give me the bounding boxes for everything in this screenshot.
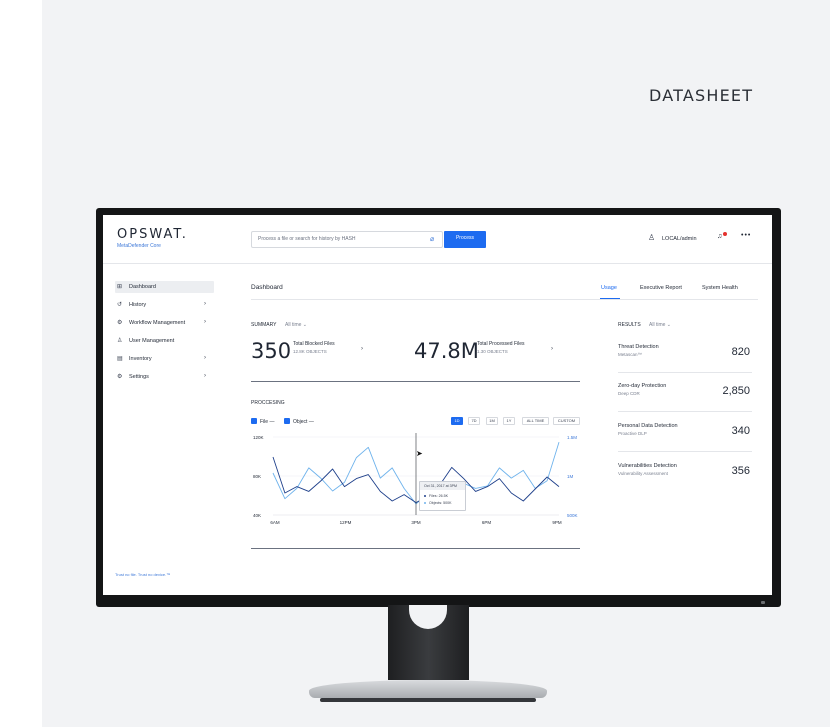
- search-placeholder: Process a file or search for history by …: [258, 236, 356, 242]
- x-tick-label: 6AM: [270, 520, 280, 525]
- range-7d[interactable]: 7D: [468, 417, 480, 425]
- file-dot: [424, 495, 426, 497]
- range-custom[interactable]: CUSTOM: [553, 417, 580, 425]
- users-icon: ♙: [117, 338, 123, 344]
- sidebar-item-dashboard[interactable]: Dashboard: [129, 284, 156, 290]
- y-tick-label: 120K: [253, 435, 264, 440]
- blocked-files-title: Total Blocked Files: [293, 341, 335, 347]
- sidebar-item-history[interactable]: History: [129, 302, 146, 308]
- processed-files-value: 47.8M: [414, 339, 479, 363]
- sidebar-footer-tagline: Trust no file. Trust no device.™: [115, 572, 171, 577]
- legend-object: Object —: [293, 419, 314, 425]
- legend-file: File —: [260, 419, 275, 425]
- chevron-right-icon[interactable]: ›: [551, 346, 553, 352]
- result-divider: [618, 372, 752, 373]
- process-button[interactable]: Process: [444, 231, 486, 248]
- notification-dot: [723, 232, 727, 236]
- tooltip-files: Files: 26.5K: [429, 494, 448, 498]
- range-1d[interactable]: 1D: [451, 417, 463, 425]
- sidebar-item-inventory[interactable]: Inventory: [129, 356, 152, 362]
- chevron-right-icon[interactable]: ›: [204, 373, 206, 379]
- chevron-right-icon[interactable]: ›: [204, 355, 206, 361]
- result-value: 356: [731, 465, 750, 477]
- summary-filter[interactable]: All time ⌄: [285, 322, 307, 328]
- sidebar-item-users[interactable]: User Management: [129, 338, 174, 344]
- cursor-icon: ➤: [416, 449, 423, 458]
- result-title: Threat Detection: [618, 344, 659, 350]
- chart-bottom-divider: [251, 548, 580, 549]
- result-value: 2,850: [722, 385, 750, 397]
- process-button-label: Process: [455, 235, 475, 241]
- summary-divider: [251, 381, 580, 382]
- result-subtitle: Deep CDR: [618, 391, 640, 396]
- chevron-right-icon[interactable]: ›: [361, 346, 363, 352]
- settings-icon: ⚙: [117, 374, 123, 380]
- chevron-right-icon[interactable]: ›: [204, 319, 206, 325]
- results-filter[interactable]: All time ⌄: [649, 322, 671, 328]
- result-title: Personal Data Detection: [618, 423, 678, 429]
- chevron-right-icon[interactable]: ›: [204, 301, 206, 307]
- chart-tooltip: Oct 31, 2017 at 3PM Files: 26.5K Objects…: [419, 481, 466, 511]
- stand-base-edge: [320, 698, 536, 702]
- history-icon: ↺: [117, 302, 123, 308]
- processed-files-title: Total Processed Files: [477, 341, 525, 347]
- more-icon[interactable]: •••: [741, 232, 751, 239]
- result-subtitle: Proactive DLP: [618, 431, 647, 436]
- result-title: Zero-day Protection: [618, 383, 667, 389]
- tabs-divider: [251, 299, 758, 300]
- x-tick-label: 9PM: [552, 520, 562, 525]
- user-icon[interactable]: ♙: [648, 233, 655, 242]
- sidebar-item-settings[interactable]: Settings: [129, 374, 149, 380]
- search-input[interactable]: Process a file or search for history by …: [251, 231, 443, 248]
- result-subtitle: Metascan™: [618, 352, 643, 357]
- workflow-icon: ⚙: [117, 320, 123, 326]
- result-divider: [618, 451, 752, 452]
- blocked-files-value: 350: [251, 339, 292, 363]
- page-title: Dashboard: [251, 284, 283, 291]
- summary-label: SUMMARY: [251, 322, 277, 328]
- x-tick-label: 3PM: [411, 520, 421, 525]
- tab-executive-report[interactable]: Executive Report: [640, 285, 682, 291]
- processed-objects-count: 1.30 OBJECTS: [477, 349, 508, 354]
- processing-label: PROCCESING: [251, 400, 285, 406]
- result-value: 340: [731, 425, 750, 437]
- range-1m[interactable]: 1M: [486, 417, 498, 425]
- tooltip-date: Oct 31, 2017 at 3PM: [424, 484, 457, 488]
- result-divider: [618, 411, 752, 412]
- result-subtitle: Vulnerability Assessment: [618, 471, 668, 476]
- power-indicator: [761, 601, 765, 604]
- bell-icon[interactable]: ♫: [717, 233, 722, 240]
- user-name[interactable]: LOCAL/admin: [662, 236, 697, 242]
- attach-icon[interactable]: ⌀: [430, 235, 434, 243]
- datasheet-label: DATASHEET: [649, 86, 754, 105]
- file-checkbox[interactable]: [251, 418, 257, 424]
- tooltip-objects: Objects: 500K: [429, 501, 452, 505]
- header-divider: [103, 263, 772, 264]
- tab-system-health[interactable]: System Health: [702, 285, 738, 291]
- blocked-objects-count: 12.8K OBJECTS: [293, 349, 327, 354]
- results-label: RESULTS: [618, 322, 641, 328]
- y-tick-label: 80K: [253, 474, 261, 479]
- x-tick-label: 6PM: [482, 520, 492, 525]
- dashboard-icon: ⊞: [117, 284, 123, 290]
- object-dot: [424, 502, 426, 504]
- y2-tick-label: 1M: [567, 474, 574, 479]
- object-checkbox[interactable]: [284, 418, 290, 424]
- y2-tick-label: 500K: [567, 513, 578, 518]
- x-tick-label: 12PM: [340, 520, 352, 525]
- result-value: 820: [731, 346, 750, 358]
- app-logo: OPSWAT.: [117, 227, 188, 242]
- result-title: Vulnerabilities Detection: [618, 463, 677, 469]
- monitor-stand-base: [309, 680, 547, 698]
- sidebar-item-workflow[interactable]: Workflow Management: [129, 320, 185, 326]
- product-name: MetaDefender Core: [117, 243, 161, 249]
- y2-tick-label: 1.5M: [567, 435, 577, 440]
- range-all-time[interactable]: ALL TIME: [522, 417, 549, 425]
- inventory-icon: ▤: [117, 356, 123, 362]
- tab-usage[interactable]: Usage: [601, 285, 617, 291]
- y-tick-label: 40K: [253, 513, 261, 518]
- range-1y[interactable]: 1Y: [503, 417, 515, 425]
- monitor-screen: OPSWAT. MetaDefender Core Process a file…: [103, 215, 772, 595]
